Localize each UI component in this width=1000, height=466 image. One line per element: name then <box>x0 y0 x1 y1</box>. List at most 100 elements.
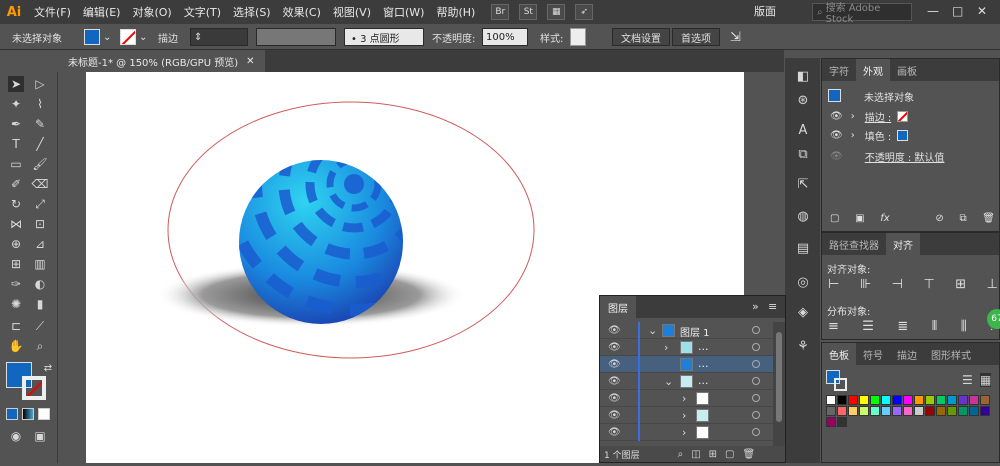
magic-wand-icon[interactable]: ✦ <box>8 96 24 112</box>
tab-stroke[interactable]: 描边 <box>890 343 924 365</box>
color-swatch[interactable] <box>936 406 946 416</box>
free-transform-icon[interactable]: ⊡ <box>32 216 48 232</box>
color-swatch[interactable] <box>925 395 935 405</box>
color-swatch[interactable] <box>881 406 891 416</box>
minimize-button[interactable]: — <box>927 4 939 18</box>
menu-window[interactable]: 窗口(W) <box>377 4 430 20</box>
preferences-button[interactable]: 首选项 <box>672 28 720 46</box>
color-swatch[interactable] <box>859 395 869 405</box>
stroke-color-icon[interactable] <box>22 376 46 400</box>
eraser-icon[interactable]: ⌫ <box>32 176 49 192</box>
layer-row-selected[interactable]: 👁 ... <box>600 356 773 373</box>
color-swatch[interactable] <box>903 395 913 405</box>
color-swatch[interactable] <box>914 406 924 416</box>
menu-file[interactable]: 文件(F) <box>28 4 77 20</box>
hand-tool-icon[interactable]: ✋ <box>8 338 24 354</box>
new-square-icon[interactable]: ▢ <box>830 213 839 224</box>
align-hcenter-icon[interactable]: ⊪ <box>860 277 871 292</box>
duplicate-icon[interactable]: ⧉ <box>959 213 966 224</box>
layer-name[interactable]: 图层 1 <box>680 324 710 339</box>
export-icon[interactable]: ⇱ <box>793 174 813 194</box>
line-tool-icon[interactable]: ╱ <box>32 136 48 152</box>
layers-icon[interactable]: ◈ <box>793 302 813 322</box>
swatch-stroke-icon[interactable] <box>834 378 847 391</box>
dist-top-icon[interactable]: ≡ <box>828 319 839 334</box>
color-swatch[interactable] <box>980 406 990 416</box>
rotate-tool-icon[interactable]: ↻ <box>8 196 24 212</box>
color-swatch[interactable] <box>870 395 880 405</box>
tab-swatches[interactable]: 色板 <box>822 343 856 365</box>
color-swatch[interactable] <box>925 406 935 416</box>
collapse-icon[interactable]: » <box>752 300 759 313</box>
pen-tool-icon[interactable]: ✒ <box>8 116 24 132</box>
transparency-icon[interactable]: ◍ <box>793 206 813 226</box>
dist-vcenter-icon[interactable]: ☰ <box>862 319 874 334</box>
eye-icon[interactable]: 👁 <box>608 359 621 370</box>
shaper-tool-icon[interactable]: ✐ <box>8 176 24 192</box>
color-swatch[interactable] <box>848 406 858 416</box>
chevron-down-icon[interactable]: ⌄ <box>648 324 657 337</box>
color-swatch[interactable] <box>958 406 968 416</box>
layer-row[interactable]: 👁 › <box>600 407 773 424</box>
transform-icon[interactable]: ⧉ <box>793 144 813 164</box>
align-left-icon[interactable]: ⊢ <box>828 277 839 292</box>
align-vcenter-icon[interactable]: ⊞ <box>955 277 966 292</box>
menu-edit[interactable]: 编辑(E) <box>77 4 127 20</box>
workspace-switcher[interactable]: 版面 <box>754 3 776 19</box>
rectangle-tool-icon[interactable]: ▭ <box>8 156 24 172</box>
color-mode-icon[interactable] <box>6 408 18 420</box>
appearance-fill-row[interactable]: 👁 › 填色 : <box>830 128 995 143</box>
color-swatch[interactable] <box>892 406 902 416</box>
shape-builder-icon[interactable]: ⊕ <box>8 236 24 252</box>
chevron-right-icon[interactable]: › <box>682 409 686 422</box>
graph-tool-icon[interactable]: ▮ <box>32 296 48 312</box>
panel-menu-icon[interactable]: ≡ <box>768 300 777 313</box>
tab-symbols[interactable]: 符号 <box>856 343 890 365</box>
close-tab-icon[interactable]: ✕ <box>246 56 254 67</box>
eye-icon[interactable]: 👁 <box>608 325 621 336</box>
appearance-stroke-row[interactable]: 👁 › 描边 : <box>830 109 995 124</box>
color-swatch[interactable] <box>947 395 957 405</box>
curvature-tool-icon[interactable]: ✎ <box>32 116 48 132</box>
eye-icon[interactable]: 👁 <box>830 111 843 122</box>
artboard-tool-icon[interactable]: ⊏ <box>8 318 24 334</box>
target-icon[interactable] <box>752 377 760 385</box>
grid-view-icon[interactable]: ▦ <box>980 373 992 387</box>
eye-icon[interactable]: 👁 <box>830 151 843 162</box>
chevron-right-icon[interactable]: › <box>664 341 668 354</box>
align-right-icon[interactable]: ⊣ <box>892 277 903 292</box>
menu-object[interactable]: 对象(O) <box>126 4 177 20</box>
document-setup-button[interactable]: 文档设置 <box>612 28 670 46</box>
tab-align[interactable]: 对齐 <box>886 233 920 255</box>
brush-dropdown[interactable]: • 3 点圆形 <box>344 28 424 46</box>
fill-swatch[interactable] <box>897 130 909 141</box>
none-mode-icon[interactable] <box>38 408 50 420</box>
width-tool-icon[interactable]: ⋈ <box>8 216 24 232</box>
stroke-color-swatch[interactable]: ⌄ <box>120 28 147 46</box>
eyedropper-icon[interactable]: ✑ <box>8 276 24 292</box>
color-swatch[interactable] <box>969 406 979 416</box>
layers-scrollbar[interactable] <box>773 322 785 446</box>
eye-icon[interactable]: 👁 <box>608 376 621 387</box>
document-tab[interactable]: 未标题-1* @ 150% (RGB/GPU 预览) ✕ <box>58 50 265 72</box>
scale-tool-icon[interactable]: ⤢ <box>32 196 48 212</box>
color-swatch[interactable] <box>870 406 880 416</box>
layer-row[interactable]: 👁 ⌄ 图层 1 <box>600 322 773 339</box>
stroke-weight-field[interactable]: ⇕ <box>190 28 248 46</box>
puppet-icon[interactable]: ⚘ <box>793 336 813 356</box>
chevron-right-icon[interactable]: › <box>851 130 855 141</box>
close-window-button[interactable]: ✕ <box>977 4 987 18</box>
stock-search-input[interactable]: ⌕ 搜索 Adobe Stock <box>812 3 912 25</box>
target-icon[interactable] <box>752 411 760 419</box>
tab-appearance[interactable]: 外观 <box>856 59 890 81</box>
arrange-icon[interactable]: ⇲ <box>730 28 741 46</box>
clear-icon[interactable]: ▣ <box>855 213 864 224</box>
type-tool-icon[interactable]: T <box>8 136 24 152</box>
blend-tool-icon[interactable]: ◐ <box>32 276 48 292</box>
color-swatch[interactable] <box>837 395 847 405</box>
draw-mode-icon[interactable]: ◉ <box>8 428 24 444</box>
color-swatch[interactable] <box>881 395 891 405</box>
bridge-button[interactable]: Br <box>491 4 510 20</box>
character-icon[interactable]: A <box>793 120 813 140</box>
dist-hcenter-icon[interactable]: ⫼ <box>961 319 967 334</box>
